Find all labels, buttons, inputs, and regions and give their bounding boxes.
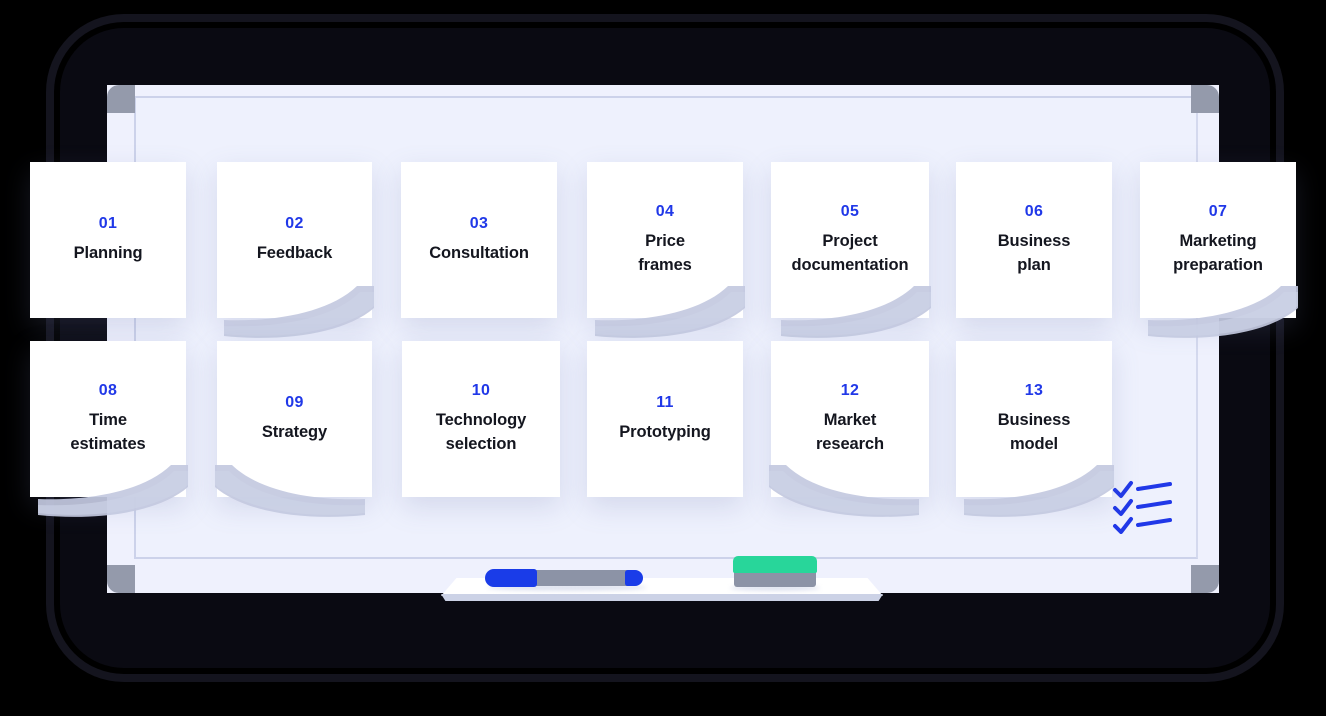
- step-card-11[interactable]: 11 Prototyping: [587, 341, 743, 497]
- marker-tip: [625, 570, 643, 586]
- step-card-06[interactable]: 06 Business plan: [956, 162, 1112, 318]
- checklist-icon: [1112, 478, 1174, 539]
- step-card-title: Market research: [815, 410, 884, 453]
- step-card-title: Strategy: [261, 422, 328, 441]
- step-card-number: 04: [655, 202, 675, 220]
- step-card-02[interactable]: 02 Feedback: [217, 162, 374, 338]
- marker-cap: [485, 569, 537, 587]
- step-card-number: 02: [285, 214, 304, 232]
- board-corner-bracket-bottom-left: [107, 565, 135, 593]
- step-card-number: 10: [471, 381, 491, 399]
- board-corner-bracket-top-left: [107, 85, 135, 113]
- step-card-title: Project documentation: [791, 231, 909, 274]
- eraser-top: [733, 556, 817, 573]
- step-card-number: 01: [98, 214, 118, 232]
- tray-edge: [441, 594, 883, 601]
- step-card-title: Feedback: [256, 243, 333, 262]
- step-card-number: 06: [1024, 202, 1044, 220]
- step-card-number: 03: [469, 214, 489, 232]
- board-corner-bracket-bottom-right: [1191, 565, 1219, 593]
- step-card-07[interactable]: 07 Marketing preparation: [1140, 162, 1298, 338]
- step-card-09[interactable]: 09 Strategy: [215, 341, 372, 517]
- step-card-number: 07: [1208, 202, 1228, 220]
- step-card-05[interactable]: 05 Project documentation: [771, 162, 931, 338]
- step-card-title: Marketing preparation: [1173, 231, 1263, 274]
- step-card-13[interactable]: 13 Business model: [956, 341, 1114, 517]
- step-card-number: 13: [1024, 381, 1044, 399]
- step-card-title: Time estimates: [70, 410, 146, 453]
- step-card-number: 05: [840, 202, 860, 220]
- step-card-title: Prototyping: [619, 422, 711, 441]
- step-card-01[interactable]: 01 Planning: [30, 162, 186, 318]
- step-card-10[interactable]: 10 Technology selection: [402, 341, 560, 497]
- step-card-title: Price frames: [638, 231, 692, 274]
- eraser-base: [734, 571, 816, 587]
- step-card-12[interactable]: 12 Market research: [769, 341, 929, 517]
- step-card-title: Consultation: [429, 243, 529, 262]
- step-card-08[interactable]: 08 Time estimates: [30, 341, 188, 517]
- step-card-number: 11: [656, 393, 674, 411]
- marker-tray: [441, 556, 883, 602]
- step-card-number: 08: [98, 381, 118, 399]
- board-corner-bracket-top-right: [1191, 85, 1219, 113]
- step-card-number: 09: [285, 393, 304, 411]
- step-card-title: Business plan: [997, 231, 1071, 274]
- step-card-title: Business model: [997, 410, 1071, 453]
- step-card-title: Technology selection: [435, 410, 527, 453]
- step-card-title: Planning: [73, 243, 143, 262]
- scene-root: 01 Planning 02 Feedback 03 Consultation 04 Pric…: [0, 0, 1326, 716]
- step-card-03[interactable]: 03 Consultation: [401, 162, 557, 318]
- step-card-number: 12: [840, 381, 860, 399]
- step-card-04[interactable]: 04 Price frames: [587, 162, 745, 338]
